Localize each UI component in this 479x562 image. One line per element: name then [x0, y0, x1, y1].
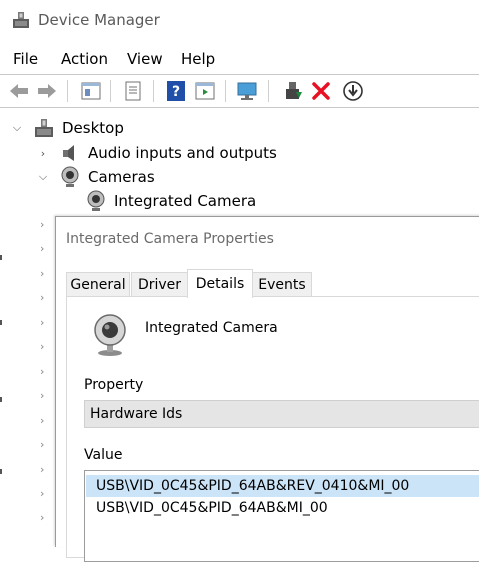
chevron-right-icon[interactable]: › — [40, 463, 44, 476]
scan-hardware-icon[interactable] — [236, 80, 258, 102]
tree-node-audio[interactable]: › Audio inputs and outputs — [0, 142, 300, 164]
forward-arrow-icon[interactable] — [36, 80, 58, 102]
speaker-icon — [63, 145, 74, 161]
chevron-right-icon[interactable]: › — [40, 365, 44, 378]
camera-icon — [87, 190, 105, 211]
chevron-right-icon[interactable]: › — [40, 511, 44, 524]
device-name: Integrated Camera — [145, 320, 278, 336]
divider — [0, 397, 2, 402]
update-driver-icon[interactable] — [282, 80, 304, 102]
action-pane-icon[interactable] — [194, 80, 216, 102]
chevron-right-icon[interactable]: › — [40, 267, 44, 280]
menu-action[interactable]: Action — [61, 50, 108, 68]
value-list[interactable]: USB\VID_0C45&PID_64AB&REV_0410&MI_00 USB… — [84, 470, 479, 562]
window-title: Device Manager — [38, 11, 160, 29]
title-bar: Device Manager — [0, 0, 479, 42]
menu-help[interactable]: Help — [181, 50, 215, 68]
help-icon[interactable]: ? — [165, 80, 187, 102]
property-select-value: Hardware Ids — [90, 406, 183, 422]
value-label: Value — [84, 447, 123, 463]
chevron-right-icon[interactable]: › — [38, 147, 48, 160]
divider — [0, 469, 2, 474]
tree-label-audio: Audio inputs and outputs — [88, 144, 277, 162]
property-select[interactable]: Hardware Ids — [84, 400, 479, 428]
menu-view[interactable]: View — [127, 50, 163, 68]
tree-node-integrated-camera[interactable]: Integrated Camera — [0, 190, 300, 212]
camera-icon — [94, 314, 126, 356]
dialog-title: Integrated Camera Properties — [66, 231, 274, 247]
properties-dialog: Integrated Camera Properties General Dri… — [55, 216, 479, 562]
tab-strip: General Driver Details Events — [66, 269, 479, 298]
tab-driver[interactable]: Driver — [131, 272, 188, 297]
tab-general[interactable]: General — [66, 272, 130, 297]
divider — [0, 320, 2, 325]
chevron-down-icon[interactable]: ⌵ — [38, 170, 48, 184]
tree-label-desktop: Desktop — [62, 119, 124, 137]
computer-icon — [35, 119, 53, 137]
chevron-right-icon[interactable]: › — [40, 389, 44, 402]
chevron-right-icon[interactable]: › — [40, 316, 44, 329]
chevron-right-icon[interactable]: › — [40, 218, 44, 231]
uninstall-icon[interactable] — [310, 80, 332, 102]
disable-device-icon[interactable] — [342, 80, 364, 102]
chevron-right-icon[interactable]: › — [40, 242, 44, 255]
tree-node-cameras[interactable]: ⌵ Cameras — [0, 166, 300, 188]
tree-label-integrated-camera: Integrated Camera — [114, 192, 257, 210]
menu-file[interactable]: File — [13, 50, 38, 68]
chevron-right-icon[interactable]: › — [40, 414, 44, 427]
tree-node-desktop[interactable]: ⌵ Desktop — [0, 117, 300, 139]
show-hide-tree-icon[interactable] — [80, 80, 102, 102]
chevron-right-icon[interactable]: › — [40, 438, 44, 451]
chevron-right-icon[interactable]: › — [40, 291, 44, 304]
svg-text:?: ? — [172, 84, 180, 100]
chevron-right-icon[interactable]: › — [40, 340, 44, 353]
value-list-item[interactable]: USB\VID_0C45&PID_64AB&REV_0410&MI_00 — [86, 475, 479, 497]
back-arrow-icon[interactable] — [8, 80, 30, 102]
value-list-item[interactable]: USB\VID_0C45&PID_64AB&MI_00 — [86, 497, 479, 519]
divider — [0, 255, 2, 260]
menu-bar: File Action View Help — [0, 46, 479, 72]
camera-icon — [61, 166, 79, 187]
toolbar: ? — [0, 74, 479, 108]
device-manager-icon — [13, 12, 29, 28]
property-label: Property — [84, 377, 144, 393]
chevron-down-icon[interactable]: ⌵ — [12, 121, 22, 135]
tab-details[interactable]: Details — [187, 269, 253, 298]
tree-label-cameras: Cameras — [88, 168, 155, 186]
chevron-right-icon[interactable]: › — [40, 487, 44, 500]
properties-icon[interactable] — [122, 80, 144, 102]
tab-events[interactable]: Events — [252, 272, 312, 297]
